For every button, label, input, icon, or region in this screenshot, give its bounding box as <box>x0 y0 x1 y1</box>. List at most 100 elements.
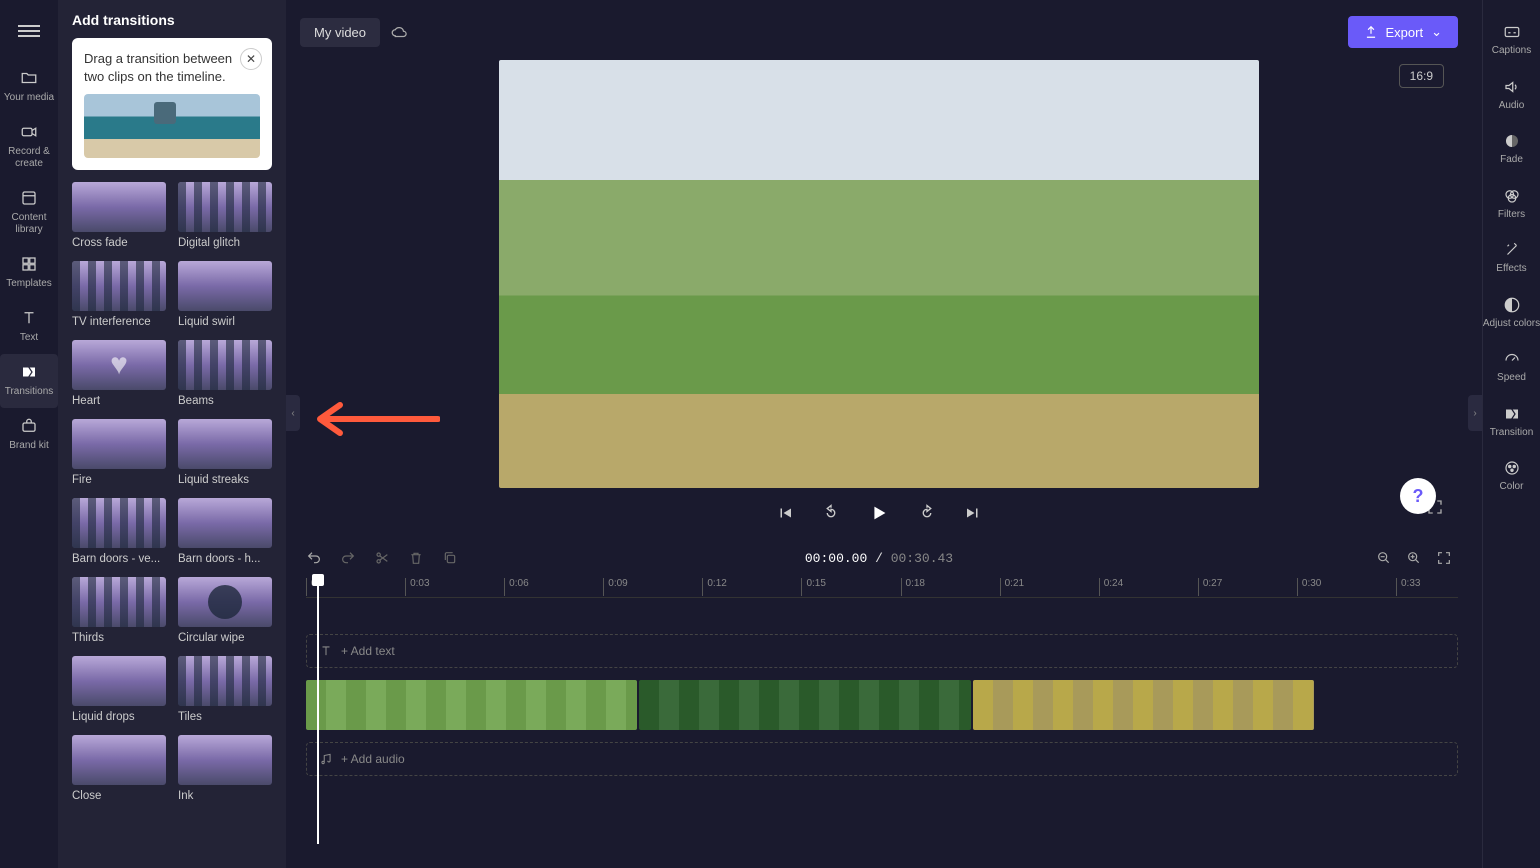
transitions-grid: Cross fade Digital glitch TV interferenc… <box>72 182 272 802</box>
sidebar-item-color[interactable]: Color <box>1483 448 1540 503</box>
transition-heart[interactable]: Heart <box>72 340 166 407</box>
transition-label: Thirds <box>72 632 166 644</box>
sidebar-item-your-media[interactable]: Your media <box>0 60 58 114</box>
collapse-panel-icon[interactable]: ‹ <box>286 395 300 431</box>
transition-barn-doors-vertical[interactable]: Barn doors - ve... <box>72 498 166 565</box>
fade-icon <box>1501 131 1523 151</box>
sidebar-item-label: Record & create <box>0 146 58 170</box>
video-preview[interactable] <box>499 60 1259 488</box>
video-clip-2[interactable] <box>639 680 970 730</box>
help-button[interactable]: ? <box>1400 478 1436 514</box>
brand-kit-icon <box>18 416 40 436</box>
folder-icon <box>18 68 40 88</box>
transition-label: Liquid streaks <box>178 474 272 486</box>
chevron-down-icon: ⌄ <box>1431 24 1442 40</box>
skip-end-icon[interactable] <box>964 504 982 522</box>
sidebar-item-label: Brand kit <box>9 440 48 452</box>
ruler-tick: 0:30 <box>1297 578 1321 596</box>
tip-card: ✕ Drag a transition between two clips on… <box>72 38 272 170</box>
sidebar-item-adjust-colors[interactable]: Adjust colors <box>1483 285 1540 340</box>
transition-ink[interactable]: Ink <box>178 735 272 802</box>
sidebar-item-brand-kit[interactable]: Brand kit <box>0 408 58 462</box>
sidebar-item-filters[interactable]: Filters <box>1483 176 1540 231</box>
transition-beams[interactable]: Beams <box>178 340 272 407</box>
transition-tv-interference[interactable]: TV interference <box>72 261 166 328</box>
play-icon[interactable] <box>868 502 890 524</box>
transition-fire[interactable]: Fire <box>72 419 166 486</box>
transition-close[interactable]: Close <box>72 735 166 802</box>
tracks: + Add text + Add audio <box>306 634 1458 776</box>
zoom-in-icon[interactable] <box>1406 550 1422 566</box>
text-icon <box>18 308 40 328</box>
sidebar-item-record-create[interactable]: Record & create <box>0 114 58 180</box>
sidebar-item-text[interactable]: Text <box>0 300 58 354</box>
sidebar-item-label: Audio <box>1499 100 1525 112</box>
sidebar-item-transitions[interactable]: Transitions <box>0 354 58 408</box>
delete-icon[interactable] <box>408 550 424 566</box>
effects-icon <box>1501 240 1523 260</box>
redo-icon[interactable] <box>340 550 356 566</box>
sidebar-item-content-library[interactable]: Content library <box>0 180 58 246</box>
transition-label: Close <box>72 790 166 802</box>
collapse-right-panel-icon[interactable]: › <box>1468 395 1482 431</box>
transition-label: TV interference <box>72 316 166 328</box>
playback-controls <box>776 502 982 524</box>
transition-cross-fade[interactable]: Cross fade <box>72 182 166 249</box>
sidebar-item-effects[interactable]: Effects <box>1483 230 1540 285</box>
transition-liquid-swirl[interactable]: Liquid swirl <box>178 261 272 328</box>
project-title[interactable]: My video <box>300 18 380 47</box>
export-button[interactable]: Export ⌄ <box>1348 16 1458 48</box>
speed-icon <box>1501 349 1523 369</box>
transition-circular-wipe[interactable]: Circular wipe <box>178 577 272 644</box>
transition-label: Heart <box>72 395 166 407</box>
playhead[interactable] <box>312 574 324 586</box>
sidebar-item-label: Text <box>20 332 38 344</box>
duplicate-icon[interactable] <box>442 550 458 566</box>
transition-liquid-drops[interactable]: Liquid drops <box>72 656 166 723</box>
rewind-icon[interactable] <box>822 504 840 522</box>
duration: 00:30.43 <box>891 551 953 566</box>
sidebar-item-audio[interactable]: Audio <box>1483 67 1540 122</box>
undo-icon[interactable] <box>306 550 322 566</box>
sidebar-item-speed[interactable]: Speed <box>1483 339 1540 394</box>
sidebar-item-templates[interactable]: Templates <box>0 246 58 300</box>
transition-digital-glitch[interactable]: Digital glitch <box>178 182 272 249</box>
close-icon[interactable]: ✕ <box>240 48 262 70</box>
menu-icon[interactable] <box>18 12 40 60</box>
skip-start-icon[interactable] <box>776 504 794 522</box>
sidebar-item-transition[interactable]: Transition <box>1483 394 1540 449</box>
fit-icon[interactable] <box>1436 550 1452 566</box>
transition-label: Fire <box>72 474 166 486</box>
transitions-panel: Add transitions ✕ Drag a transition betw… <box>58 0 286 868</box>
transition-tiles[interactable]: Tiles <box>178 656 272 723</box>
sidebar-item-fade[interactable]: Fade <box>1483 121 1540 176</box>
transition-barn-doors-horizontal[interactable]: Barn doors - h... <box>178 498 272 565</box>
sidebar-item-label: Speed <box>1497 372 1526 384</box>
transition-liquid-streaks[interactable]: Liquid streaks <box>178 419 272 486</box>
cloud-sync-icon[interactable] <box>390 23 408 41</box>
add-audio-label: + Add audio <box>341 752 405 766</box>
color-icon <box>1501 458 1523 478</box>
video-clip-1[interactable] <box>306 680 637 730</box>
sidebar-item-label: Adjust colors <box>1483 318 1540 330</box>
add-audio-track[interactable]: + Add audio <box>306 742 1458 776</box>
sidebar-item-captions[interactable]: Captions <box>1483 12 1540 67</box>
video-clip-3[interactable] <box>973 680 1314 730</box>
timeline-ruler[interactable]: 00:030:060:090:120:150:180:210:240:270:3… <box>306 576 1458 598</box>
transition-label: Tiles <box>178 711 272 723</box>
transitions-icon <box>18 362 40 382</box>
zoom-out-icon[interactable] <box>1376 550 1392 566</box>
templates-icon <box>18 254 40 274</box>
video-track[interactable] <box>306 680 1458 730</box>
transition-label: Cross fade <box>72 237 166 249</box>
panel-title: Add transitions <box>72 12 272 28</box>
camera-icon <box>18 122 40 142</box>
transition-thirds[interactable]: Thirds <box>72 577 166 644</box>
sidebar-item-label: Your media <box>4 92 54 104</box>
add-text-track[interactable]: + Add text <box>306 634 1458 668</box>
ruler-tick: 0:24 <box>1099 578 1123 596</box>
cut-icon[interactable] <box>374 550 390 566</box>
forward-icon[interactable] <box>918 504 936 522</box>
left-sidebar: Your media Record & create Content libra… <box>0 0 58 868</box>
timeline: 00:00.00 / 00:30.43 00:030:060:090:120:1… <box>300 540 1458 868</box>
